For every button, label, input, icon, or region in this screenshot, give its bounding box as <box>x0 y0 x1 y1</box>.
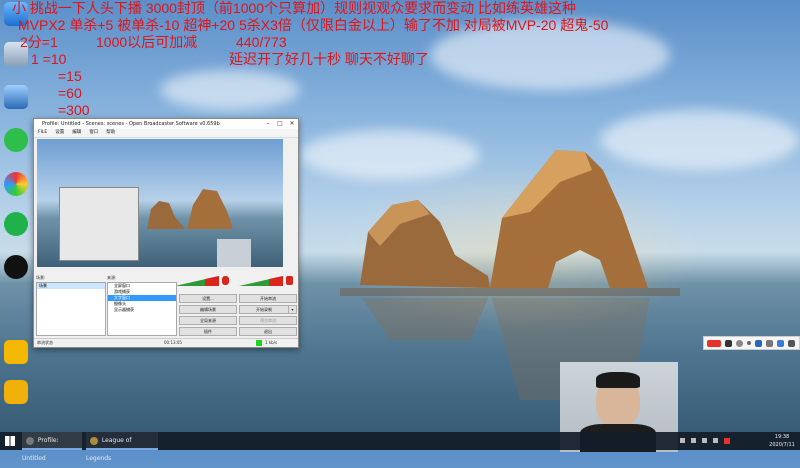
status-text: 串流状态 <box>37 340 53 345</box>
menu-window[interactable]: 窗口 <box>89 129 98 137</box>
game-icon[interactable] <box>4 212 28 236</box>
window-titlebar[interactable]: Profile: Untitled - Scenes: scenes - Ope… <box>34 119 298 129</box>
preview-button[interactable]: 预览串流 <box>239 316 297 325</box>
keyboard-icon[interactable] <box>766 339 773 347</box>
tray-area[interactable] <box>680 438 760 444</box>
computer-icon[interactable] <box>4 85 28 109</box>
preview-nested-window <box>59 187 139 261</box>
tray-icon[interactable] <box>713 438 718 443</box>
sogou-icon[interactable] <box>707 339 721 347</box>
window-title: Profile: Untitled - Scenes: scenes - Ope… <box>42 121 220 127</box>
sources-label: 来源: <box>107 275 117 280</box>
moon-icon[interactable] <box>736 339 743 347</box>
menu-settings[interactable]: 设置 <box>55 129 64 137</box>
overlay-text: =15 <box>58 68 82 84</box>
windows-logo-icon[interactable] <box>5 436 15 446</box>
start-stream-button[interactable]: 开始串流 <box>239 294 297 303</box>
sources-list[interactable]: 全屏窗口 游戏捕获 文字窗口 摄像头 显示器捕获 <box>107 282 177 336</box>
taskbar-item-lol[interactable]: League of Legends <box>86 432 158 462</box>
plugins-button[interactable]: 插件 <box>179 327 237 336</box>
tray-icon[interactable] <box>680 438 685 443</box>
list-item[interactable]: 场景 <box>37 283 105 289</box>
taskbar-item-obs[interactable]: Profile: Untitled <box>22 432 82 462</box>
taskbar: Profile: Untitled League of Legends 19:3… <box>0 432 800 462</box>
clock[interactable]: 19:38 2020/7/11 <box>764 433 800 449</box>
obs-window[interactable]: Profile: Untitled - Scenes: scenes - Ope… <box>33 118 299 348</box>
record-dropdown-button[interactable]: ▾ <box>288 305 297 314</box>
start-record-button[interactable]: 开始录制 <box>239 305 289 314</box>
obs-icon <box>26 436 34 445</box>
shirt-icon[interactable] <box>777 339 784 347</box>
close-icon[interactable]: ✕ <box>286 119 298 129</box>
audio-meter-desktop <box>239 276 283 286</box>
lol-icon <box>90 436 98 445</box>
menu-file[interactable]: FILE <box>38 129 47 137</box>
overlay-text: MVPX2 单杀+5 被单杀-10 超神+20 5杀X3倍（仅限白金以上）输了不… <box>18 17 609 33</box>
grid-icon[interactable] <box>788 339 795 347</box>
scenes-label: 场景: <box>36 275 46 280</box>
lang-icon[interactable] <box>725 339 732 347</box>
overlay-text: =300 <box>58 102 90 118</box>
overlay-text: 小 挑战一下人头下播 3000封顶（前1000个只算加）规则视观众要求而变动 比… <box>12 0 576 16</box>
app-icon[interactable] <box>4 380 28 404</box>
clock-time: 19:38 <box>774 434 790 440</box>
mic-icon[interactable] <box>755 339 762 347</box>
scenes-list[interactable]: 场景 <box>36 282 106 336</box>
mic-icon[interactable] <box>222 276 229 285</box>
stream-preview <box>37 139 283 267</box>
overlay-text: 延迟开了好几十秒 聊天不好聊了 <box>229 51 429 67</box>
ime-toolbar[interactable] <box>703 336 800 350</box>
audio-meter-mic <box>175 276 219 286</box>
settings-button[interactable]: 设置... <box>179 294 237 303</box>
minimize-icon[interactable]: – <box>262 119 274 129</box>
preview-webcam <box>217 239 251 267</box>
stream-time: 00:13:05 <box>164 340 182 345</box>
webcam-hair <box>596 372 640 388</box>
tray-icon[interactable] <box>691 438 696 443</box>
global-sources-button[interactable]: 全局来源 <box>179 316 237 325</box>
overlay-text: 440/773 <box>236 34 287 50</box>
qq-icon[interactable] <box>4 255 28 279</box>
overlay-text: 2分=1 <box>20 34 58 50</box>
menu-help[interactable]: 帮助 <box>106 129 115 137</box>
menu-bar: FILE 设置 编辑 窗口 帮助 <box>34 129 298 138</box>
overlay-text: 1000以后可加减 <box>96 34 198 50</box>
dot-icon[interactable] <box>747 341 751 345</box>
game-icon[interactable] <box>4 340 28 364</box>
chat-icon[interactable] <box>4 128 28 152</box>
sogou-icon[interactable] <box>724 438 730 444</box>
clock-date: 2020/7/11 <box>769 442 795 448</box>
maximize-icon[interactable]: □ <box>274 119 286 129</box>
tray-icon[interactable] <box>702 438 707 443</box>
list-item[interactable]: 显示器捕获 <box>108 307 176 313</box>
exit-button[interactable]: 退出 <box>239 327 297 336</box>
edit-scene-button[interactable]: 编辑场景 <box>179 305 237 314</box>
bitrate-text: 1 kb/s <box>265 340 278 345</box>
overlay-text: =60 <box>58 85 82 101</box>
status-bar: 串流状态 00:13:05 1 kb/s <box>34 338 298 347</box>
overlay-text: 1 =10 <box>31 51 67 67</box>
speaker-icon[interactable] <box>286 276 293 285</box>
status-indicator-icon <box>256 340 262 346</box>
menu-edit[interactable]: 编辑 <box>72 129 81 137</box>
app-icon[interactable] <box>4 172 28 196</box>
